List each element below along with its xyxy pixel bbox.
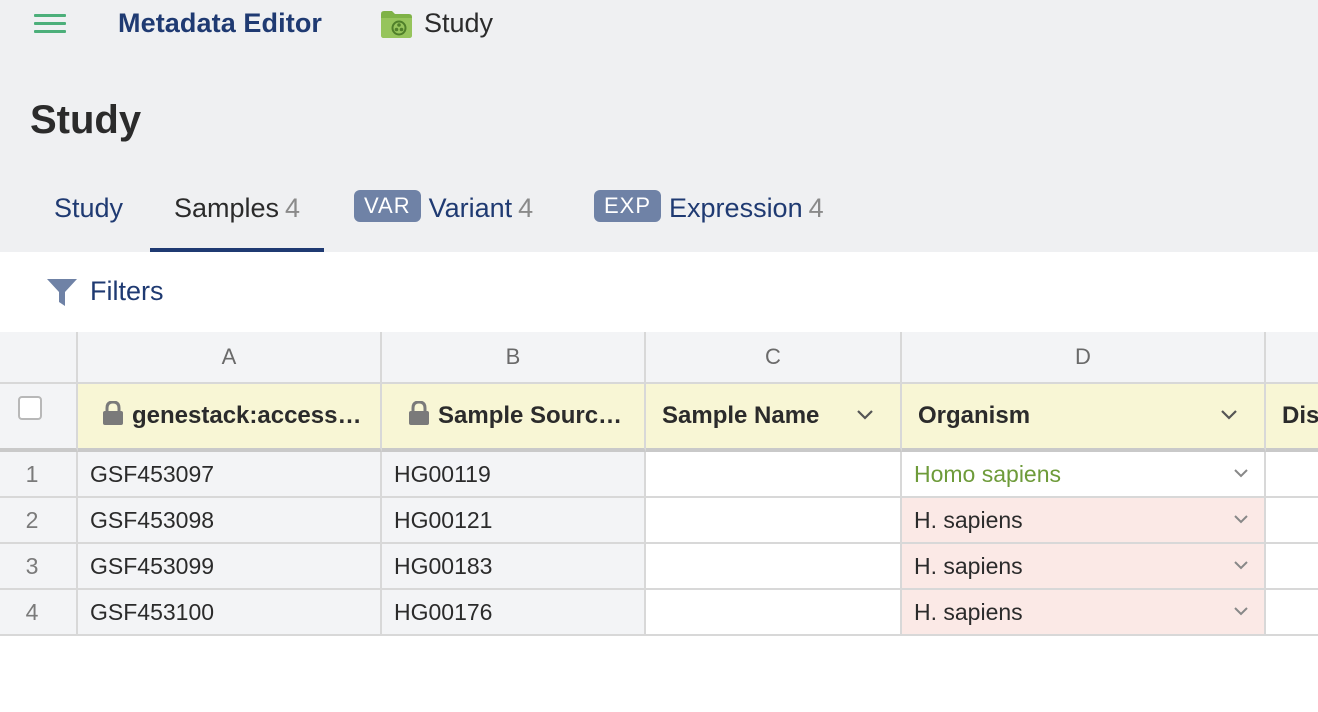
column-header-organism[interactable]: Organism — [902, 384, 1266, 452]
row-number[interactable]: 2 — [0, 498, 78, 544]
column-header-label: genestack:access… — [132, 402, 362, 429]
column-header-accession[interactable]: genestack:access… — [78, 384, 382, 452]
tab-study[interactable]: Study — [54, 178, 123, 252]
chevron-down-icon[interactable] — [1232, 498, 1250, 542]
chevron-down-icon[interactable] — [1232, 452, 1250, 496]
sample-name-cell[interactable] — [646, 452, 902, 498]
column-letter[interactable]: C — [646, 332, 902, 384]
column-letter[interactable]: B — [382, 332, 646, 384]
tab-label: Samples — [174, 193, 280, 223]
organism-cell[interactable]: H. sapiens — [902, 498, 1266, 544]
next-column-cell[interactable] — [1266, 498, 1318, 544]
select-all-cell — [0, 384, 78, 452]
filter-icon — [47, 279, 77, 306]
column-letter[interactable] — [1266, 332, 1318, 384]
sample-source-cell[interactable]: HG00183 — [382, 544, 646, 590]
next-column-cell[interactable] — [1266, 590, 1318, 636]
column-header-sample-name[interactable]: Sample Name — [646, 384, 902, 452]
row-number[interactable]: 1 — [0, 452, 78, 498]
accession-cell[interactable]: GSF453100 — [78, 590, 382, 636]
lock-icon — [103, 401, 123, 425]
column-header-label: Sample Sourc… — [438, 402, 623, 429]
select-all-checkbox[interactable] — [18, 396, 42, 420]
column-letter[interactable]: D — [902, 332, 1266, 384]
accession-cell[interactable]: GSF453097 — [78, 452, 382, 498]
tab-count: 4 — [285, 193, 301, 223]
tab-variant[interactable]: VAR Variant 4 — [354, 178, 533, 252]
tab-label: Expression — [669, 193, 803, 223]
page-title: Study — [30, 98, 142, 142]
next-column-cell[interactable] — [1266, 544, 1318, 590]
accession-cell[interactable]: GSF453098 — [78, 498, 382, 544]
sample-name-cell[interactable] — [646, 590, 902, 636]
menu-icon[interactable] — [34, 13, 66, 35]
exp-badge: EXP — [594, 190, 662, 222]
column-header-next[interactable]: Dis — [1266, 384, 1318, 452]
app-title[interactable]: Metadata Editor — [118, 8, 322, 39]
column-header-label: Sample Name — [662, 402, 820, 429]
tab-label: Variant — [428, 193, 513, 223]
accession-cell[interactable]: GSF453099 — [78, 544, 382, 590]
breadcrumb-study[interactable]: Study — [424, 8, 493, 39]
next-column-cell[interactable] — [1266, 452, 1318, 498]
organism-cell[interactable]: Homo sapiens — [902, 452, 1266, 498]
tab-count: 4 — [518, 193, 534, 223]
tab-label: Study — [54, 193, 124, 223]
tab-expression[interactable]: EXP Expression 4 — [594, 178, 824, 252]
lock-icon — [409, 401, 429, 425]
var-badge: VAR — [354, 190, 421, 222]
top-header: Metadata Editor Study Study Study Sample… — [0, 0, 1318, 252]
column-header-sample-source[interactable]: Sample Sourc… — [382, 384, 646, 452]
organism-value: H. sapiens — [914, 507, 1023, 533]
sample-source-cell[interactable]: HG00119 — [382, 452, 646, 498]
tab-samples[interactable]: Samples 4 — [149, 178, 325, 252]
tab-bar: Study Samples 4 VAR Variant 4 EXP Expression… — [0, 178, 1318, 252]
organism-value: H. sapiens — [914, 553, 1023, 579]
chevron-down-icon[interactable] — [1232, 590, 1250, 634]
column-letter[interactable]: A — [78, 332, 382, 384]
chevron-down-icon[interactable] — [1232, 544, 1250, 588]
sample-name-cell[interactable] — [646, 544, 902, 590]
organism-value: Homo sapiens — [914, 461, 1062, 487]
chevron-down-icon[interactable] — [856, 384, 874, 448]
row-number[interactable]: 4 — [0, 590, 78, 636]
study-folder-icon — [381, 11, 412, 38]
organism-value: H. sapiens — [914, 599, 1023, 625]
column-header-label: Dis — [1282, 402, 1318, 429]
sample-source-cell[interactable]: HG00121 — [382, 498, 646, 544]
column-header-label: Organism — [918, 402, 1031, 429]
row-number[interactable]: 3 — [0, 544, 78, 590]
samples-table: A B C D genestack:access… Sample Sourc… … — [0, 332, 1318, 638]
chevron-down-icon[interactable] — [1220, 384, 1238, 448]
sample-source-cell[interactable]: HG00176 — [382, 590, 646, 636]
filters-label: Filters — [90, 276, 164, 306]
tab-count: 4 — [808, 193, 824, 223]
corner-cell — [0, 332, 78, 384]
organism-cell[interactable]: H. sapiens — [902, 590, 1266, 636]
organism-cell[interactable]: H. sapiens — [902, 544, 1266, 590]
sample-name-cell[interactable] — [646, 498, 902, 544]
